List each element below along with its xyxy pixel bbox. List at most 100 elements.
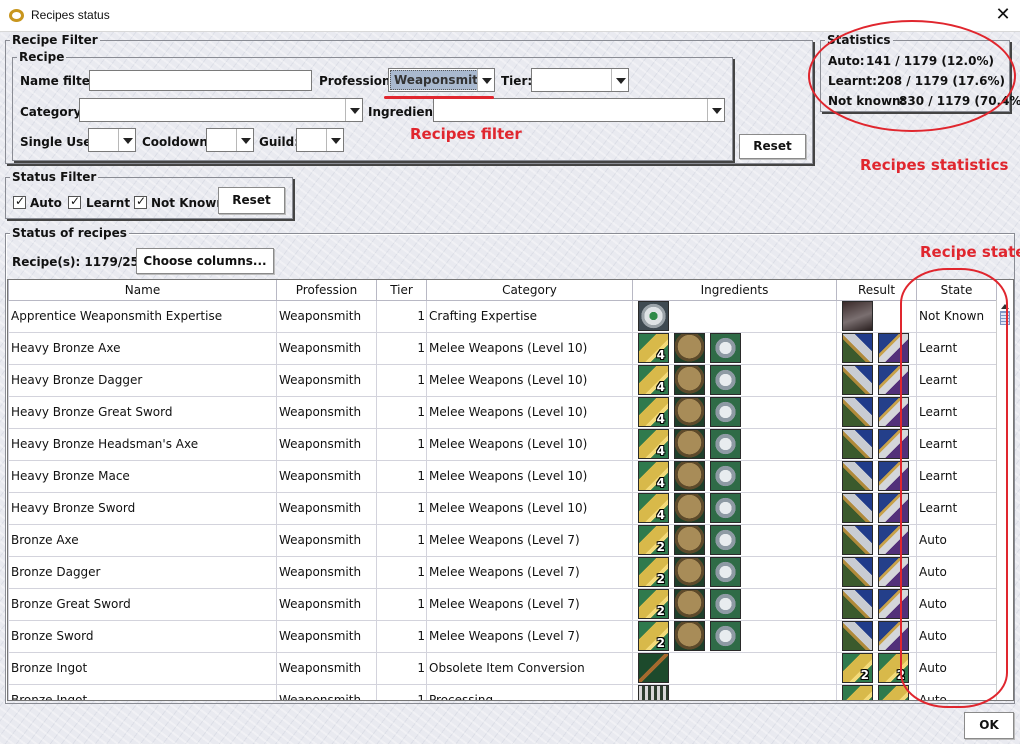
bronze-bar-icon: 4 [638,429,669,459]
category-cell: Melee Weapons (Level 7) [426,619,633,653]
bronze-bar-icon: 4 [638,493,669,523]
tier-cell: 1 [376,587,427,621]
category-cell: Melee Weapons (Level 7) [426,523,633,557]
recipe-legend: Recipe [17,50,67,64]
table-row[interactable]: Bronze Axe Weaponsmith 1 Melee Weapons (Lev… [8,523,997,557]
profession-select[interactable]: Weaponsmith [388,68,495,92]
category-cell: Melee Weapons (Level 10) [426,363,633,397]
recipe-name-cell: Heavy Bronze Sword [8,491,277,525]
hide-icon [710,493,741,523]
chevron-down-icon[interactable] [345,99,362,121]
ingredient-select[interactable] [433,98,725,122]
tier-cell: 1 [376,331,427,365]
annotation-underline [384,96,494,99]
table-row[interactable]: Bronze Dagger Weaponsmith 1 Melee Weapons (… [8,555,997,589]
table-row[interactable]: Bronze Great Sword Weaponsmith 1 Melee Weap… [8,587,997,621]
profession-cell: Weaponsmith [276,459,377,493]
table-row[interactable]: Heavy Bronze Sword Weaponsmith 1 Melee Weap… [8,491,997,525]
recipe-count: Recipe(s): 1179/2545 [12,255,156,269]
item-count: 4 [656,508,665,522]
name-filter-input[interactable] [89,70,312,91]
tier-select[interactable] [531,68,629,92]
leather-icon [674,589,705,619]
axe-icon [842,525,873,555]
status-filter-reset-button[interactable]: Reset [218,187,285,214]
ok-button[interactable]: OK [964,712,1014,739]
item-count: 4 [656,412,665,426]
table-row[interactable]: Heavy Bronze Axe Weaponsmith 1 Melee Weapon… [8,331,997,365]
table-row[interactable]: Heavy Bronze Mace Weaponsmith 1 Melee Weapo… [8,459,997,493]
ingredients-cell: 4 [632,427,837,461]
ingredients-icons [634,685,836,700]
guild-select[interactable] [296,128,344,152]
ingredients-cell: 2 [632,523,837,557]
great-sword-icon [842,397,873,427]
axe-icon [842,333,873,363]
column-header-tier[interactable]: Tier [376,280,427,301]
category-cell: Processing [426,683,633,700]
tier-cell: 1 [376,395,427,429]
annotation-recipe-state: Recipe state [920,243,1020,261]
profession-cell: Weaponsmith [276,651,377,685]
choose-columns-button[interactable]: Choose columns... [136,248,274,274]
hide-icon [710,525,741,555]
not-known-checkbox[interactable] [134,194,147,209]
leather-icon [674,557,705,587]
single-use-select[interactable] [88,128,136,152]
learnt-checkbox[interactable] [68,194,81,209]
recipes-table-grid: Name Profession Tier Category Ingredients Res… [8,280,997,700]
recipe-filter-reset-button[interactable]: Reset [739,134,806,159]
chevron-down-icon[interactable] [118,129,135,151]
cooldown-label: Cooldown: [142,135,213,149]
cooldown-select[interactable] [206,128,254,152]
item-count: 4 [656,444,665,458]
table-row[interactable]: Bronze Sword Weaponsmith 1 Melee Weapons (L… [8,619,997,653]
not-known-checkbox-label: Not Known [151,196,225,210]
profession-cell: Weaponsmith [276,523,377,557]
chevron-down-icon[interactable] [477,69,494,91]
table-row[interactable]: Bronze Ingot Weaponsmith 1 Obsolete Item Co… [8,651,997,685]
recipe-name-cell: Bronze Axe [8,523,277,557]
ingredients-icons [634,301,836,331]
column-header-ingredients[interactable]: Ingredients [632,280,837,301]
ingredients-cell: 4 [632,459,837,493]
ingredients-cell: 4 [632,491,837,525]
auto-checkbox[interactable] [13,194,26,209]
category-select[interactable] [79,98,363,122]
column-header-category[interactable]: Category [426,280,633,301]
bronze-bar-icon: 4 [638,461,669,491]
table-row[interactable]: Apprentice Weaponsmith Expertise Weaponsm… [8,299,997,333]
ingredients-cell [632,651,837,685]
profession-cell: Weaponsmith [276,683,377,700]
table-row[interactable]: Heavy Bronze Great Sword Weaponsmith 1 Mele… [8,395,997,429]
chevron-down-icon[interactable] [707,99,724,121]
item-count: 2 [656,572,665,586]
recipe-name-cell: Heavy Bronze Axe [8,331,277,365]
table-row[interactable]: Heavy Bronze Headsman's Axe Weaponsmith 1 M… [8,427,997,461]
ingredients-icons: 2 [634,621,836,651]
recipe-name-cell: Heavy Bronze Headsman's Axe [8,427,277,461]
table-row[interactable]: Heavy Bronze Dagger Weaponsmith 1 Melee Wea… [8,363,997,397]
column-header-name[interactable]: Name [8,280,277,301]
great-sword-icon [842,589,873,619]
hide-icon [710,429,741,459]
chevron-down-icon[interactable] [236,129,253,151]
chevron-down-icon[interactable] [611,69,628,91]
ingredients-icons: 4 [634,429,836,459]
ingredients-icons: 4 [634,397,836,427]
leather-icon [674,461,705,491]
column-header-profession[interactable]: Profession [276,280,377,301]
close-button[interactable]: ✕ [990,3,1016,27]
learnt-checkbox-label: Learnt [86,196,131,210]
table-row[interactable]: Bronze Ingot Weaponsmith 1 Processing Auto [8,683,997,700]
tier-label: Tier: [501,74,533,88]
table-header-row: Name Profession Tier Category Ingredients Res… [8,280,997,301]
leather-icon [674,365,705,395]
bronze-bar-icon: 2 [638,557,669,587]
recipe-name-cell: Heavy Bronze Dagger [8,363,277,397]
mace-icon [842,461,873,491]
recipe-name-cell: Bronze Ingot [8,683,277,700]
chevron-down-icon[interactable] [326,129,343,151]
recipe-name-cell: Bronze Sword [8,619,277,653]
recipes-table: Name Profession Tier Category Ingredients Res… [7,279,1014,701]
